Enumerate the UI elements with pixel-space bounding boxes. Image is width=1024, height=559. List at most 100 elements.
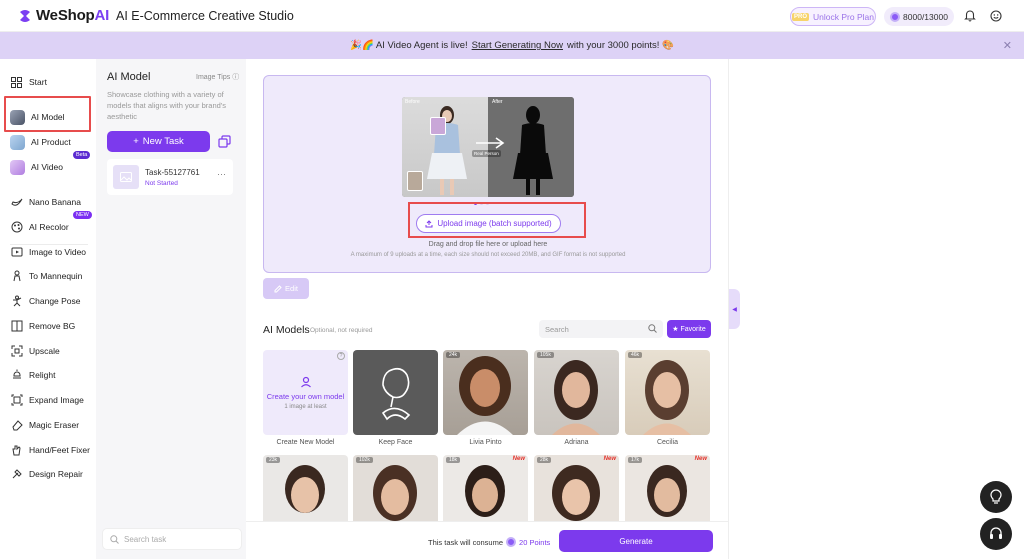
sidebar-item-label: Upscale bbox=[29, 346, 60, 356]
image-video-icon bbox=[10, 246, 23, 259]
create-model-card[interactable]: ? Create your own model 1 image at least bbox=[263, 350, 348, 435]
banner-close-icon[interactable]: ✕ bbox=[1003, 39, 1012, 52]
banner-link[interactable]: Start Generating Now bbox=[472, 40, 563, 51]
sidebar-item-remove-bg[interactable]: Remove BG bbox=[10, 316, 75, 336]
sidebar-item-label: Magic Eraser bbox=[29, 420, 80, 430]
banana-icon bbox=[10, 196, 23, 209]
model-card-cecilia[interactable]: 46k bbox=[625, 350, 710, 435]
sidebar-item-image-to-video[interactable]: Image to Video bbox=[10, 242, 86, 262]
model-label: Create New Model bbox=[276, 439, 335, 446]
edit-button[interactable]: Edit bbox=[263, 278, 309, 299]
collapse-panel-icon[interactable]: ◀ bbox=[729, 289, 740, 329]
usage-count: 23k bbox=[266, 457, 281, 463]
keep-face-card[interactable] bbox=[353, 350, 438, 435]
task-thumbnail bbox=[113, 165, 139, 189]
account-icon[interactable] bbox=[990, 10, 1002, 22]
studio-title: AI E-Commerce Creative Studio bbox=[116, 9, 294, 23]
search-task-input[interactable]: Search task bbox=[102, 528, 242, 550]
sidebar-item-label: Image to Video bbox=[29, 247, 87, 257]
new-tag: New bbox=[512, 456, 525, 462]
sidebar-item-label: AI Recolor bbox=[29, 222, 69, 232]
weshop-logo[interactable]: WeShopAI bbox=[18, 7, 109, 24]
image-tips-label: Image Tips bbox=[196, 74, 231, 81]
model-portrait bbox=[552, 360, 600, 435]
coin-icon bbox=[506, 537, 517, 547]
sidebar-item-label: Relight bbox=[29, 370, 56, 380]
generate-button[interactable]: Generate bbox=[559, 530, 713, 552]
logo-text: WeShop bbox=[36, 7, 95, 24]
garment-thumbnail bbox=[407, 171, 423, 191]
new-tag: New bbox=[603, 456, 616, 462]
sidebar-item-design-repair[interactable]: Design Repair bbox=[10, 464, 83, 484]
sidebar-item-ai-recolor[interactable]: AI Recolor NEW bbox=[10, 211, 92, 237]
image-icon bbox=[120, 172, 132, 182]
models-title: AI Models bbox=[263, 324, 310, 336]
unlock-pro-button[interactable]: PRO Unlock Pro Plan bbox=[790, 7, 876, 26]
sidebar-item-relight[interactable]: Relight bbox=[10, 365, 55, 385]
help-icon: ⓘ bbox=[232, 74, 240, 81]
favorite-button[interactable]: ★ Favorite bbox=[667, 320, 711, 338]
sidebar-item-hand-feet-fixer[interactable]: Hand/Feet Fixer bbox=[10, 440, 90, 460]
task-card[interactable]: Task-55127761 Not Started ··· bbox=[107, 159, 233, 195]
model-label: Livia Pinto bbox=[469, 439, 502, 446]
ai-video-icon bbox=[10, 159, 25, 175]
upload-limit-text: A maximum of 9 uploads at a time, each s… bbox=[350, 252, 626, 258]
support-fab-button[interactable] bbox=[980, 518, 1012, 550]
model-label: Keep Face bbox=[378, 439, 413, 446]
sidebar-item-expand-image[interactable]: Expand Image bbox=[10, 390, 84, 410]
new-badge: NEW bbox=[73, 211, 92, 219]
image-tips-link[interactable]: Image Tips ⓘ bbox=[196, 72, 239, 82]
sidebar-item-ai-video[interactable]: AI Video Beta bbox=[10, 151, 91, 177]
sidebar-item-magic-eraser[interactable]: Magic Eraser bbox=[10, 415, 79, 435]
task-panel: AI Model Image Tips ⓘ Showcase clothing … bbox=[96, 59, 246, 559]
mannequin-silhouette bbox=[513, 106, 553, 195]
model-label: Adriana bbox=[564, 439, 589, 446]
usage-count: 46k bbox=[628, 352, 643, 358]
mannequin-icon bbox=[10, 270, 23, 283]
edit-icon bbox=[274, 284, 282, 292]
sidebar-item-label: Remove BG bbox=[29, 321, 76, 331]
repair-icon bbox=[10, 468, 23, 481]
more-options-icon[interactable]: ··· bbox=[217, 169, 226, 179]
help-icon[interactable]: ? bbox=[337, 352, 345, 360]
bell-icon[interactable] bbox=[964, 10, 976, 22]
model-search-input[interactable]: Search bbox=[539, 320, 663, 338]
person-add-icon bbox=[300, 376, 311, 387]
hand-icon bbox=[10, 444, 23, 457]
announcement-banner: 🎉🌈 AI Video Agent is live! Start Generat… bbox=[0, 32, 1024, 59]
model-card-adriana[interactable]: 105k bbox=[534, 350, 619, 435]
sidebar-item-nano-banana[interactable]: Nano Banana bbox=[10, 192, 81, 212]
task-panel-description: Showcase clothing with a variety of mode… bbox=[107, 90, 226, 121]
model-search-placeholder: Search bbox=[545, 324, 569, 334]
sidebar-item-change-pose[interactable]: Change Pose bbox=[10, 291, 81, 311]
sidebar-item-label: Nano Banana bbox=[29, 197, 81, 207]
create-model-title: Create your own model bbox=[266, 391, 345, 401]
grid-icon bbox=[10, 76, 23, 89]
usage-count: 28k bbox=[537, 457, 552, 463]
copy-icon[interactable] bbox=[218, 135, 231, 148]
top-bar: WeShopAI AI E-Commerce Creative Studio P… bbox=[0, 0, 1024, 32]
sidebar-item-label: Change Pose bbox=[29, 296, 81, 306]
highlight-upload-box bbox=[408, 202, 586, 238]
create-model-subtitle: 1 image at least bbox=[284, 403, 327, 410]
model-card-livia-pinto[interactable]: 24k bbox=[443, 350, 528, 435]
palette-icon bbox=[10, 221, 23, 234]
usage-count: 17k bbox=[628, 457, 643, 463]
pro-tag: PRO bbox=[792, 12, 810, 21]
favorite-label: Favorite bbox=[680, 325, 706, 333]
upload-dropzone[interactable]: Before After Real Person Upload image (b… bbox=[263, 75, 711, 273]
points-balance[interactable]: 8000/13000 bbox=[884, 7, 954, 26]
sidebar-item-to-mannequin[interactable]: To Mannequin bbox=[10, 266, 82, 286]
task-status: Not Started bbox=[145, 180, 178, 187]
sidebar-item-upscale[interactable]: Upscale bbox=[10, 341, 60, 361]
plus-icon: + bbox=[133, 136, 139, 147]
sidebar-item-ai-product[interactable]: AI Product bbox=[10, 132, 71, 152]
points-value: 8000/13000 bbox=[903, 11, 948, 22]
real-person-tag: Real Person bbox=[472, 150, 501, 157]
models-optional-note: Optional, not required bbox=[310, 327, 373, 334]
sidebar-item-label: AI Product bbox=[31, 137, 71, 147]
pose-icon bbox=[10, 295, 23, 308]
sidebar-item-start[interactable]: Start bbox=[10, 72, 47, 92]
new-task-button[interactable]: + New Task bbox=[107, 131, 210, 152]
tips-fab-button[interactable] bbox=[980, 481, 1012, 513]
